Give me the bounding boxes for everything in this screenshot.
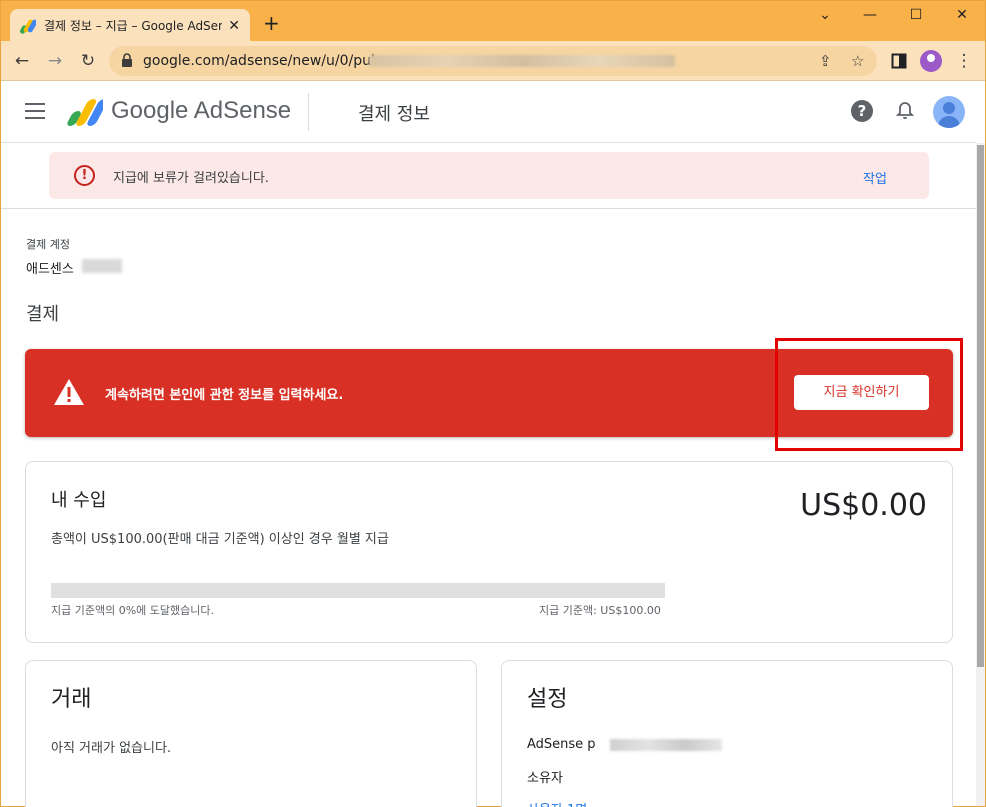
transactions-title: 거래 <box>51 687 92 712</box>
redacted-account-name <box>82 259 122 273</box>
account-avatar[interactable] <box>933 96 965 128</box>
warning-icon <box>54 379 84 405</box>
earnings-threshold-text: 총액이 US$100.00(판매 대금 기준액) 이상인 경우 월별 지급 <box>51 532 389 547</box>
notification-bell-icon[interactable] <box>896 101 914 121</box>
profile-avatar-icon[interactable] <box>920 50 942 72</box>
new-tab-icon[interactable]: + <box>263 13 280 33</box>
help-icon[interactable]: ? <box>851 100 873 122</box>
earnings-card: 내 수입 US$0.00 총액이 US$100.00(판매 대금 기준액) 이상… <box>25 461 953 643</box>
address-bar[interactable]: google.com/adsense/new/u/0/pub- ⇪ ☆ <box>109 46 877 76</box>
chevron-down-icon[interactable]: ⌄ <box>811 7 839 23</box>
bookmark-star-icon[interactable]: ☆ <box>851 52 864 70</box>
settings-title: 설정 <box>527 687 568 712</box>
section-divider <box>1 208 976 209</box>
adsense-favicon-icon <box>20 19 36 34</box>
close-window-icon[interactable]: ✕ <box>948 7 976 23</box>
brand-name: Google AdSense <box>111 97 292 124</box>
hold-action-link[interactable]: 작업 <box>863 168 887 187</box>
redacted-url <box>369 55 675 67</box>
app-header: Google AdSense 결제 정보 ? <box>1 81 976 143</box>
payment-threshold-progress <box>51 583 665 598</box>
transactions-empty-text: 아직 거래가 없습니다. <box>51 741 172 756</box>
payment-hold-banner: ! 지급에 보류가 걸려있습니다. 작업 <box>49 152 929 199</box>
error-icon: ! <box>74 165 95 186</box>
tab-title: 결제 정보 – 지급 – Google AdSense <box>44 19 223 33</box>
alert-message: 계속하려면 본인에 관한 정보를 입력하세요. <box>105 388 344 403</box>
minimize-icon[interactable]: — <box>856 7 884 23</box>
adsense-logo-icon <box>67 99 103 126</box>
earnings-title: 내 수입 <box>51 490 107 511</box>
payment-account-label: 결제 계정 <box>26 238 70 251</box>
browser-tab[interactable]: 결제 정보 – 지급 – Google AdSense ✕ <box>10 9 250 42</box>
reload-icon[interactable]: ↻ <box>77 50 99 72</box>
progress-threshold-text: 지급 기준액: US$100.00 <box>539 604 661 617</box>
redacted-publisher-id <box>610 739 722 751</box>
scrollbar-thumb[interactable] <box>977 145 984 667</box>
users-link[interactable]: 사용자 1명 <box>527 799 587 807</box>
payment-account-name: 애드센스 <box>26 262 74 277</box>
payments-heading: 결제 <box>26 304 60 325</box>
maximize-icon[interactable]: ☐ <box>902 7 930 23</box>
back-arrow-icon[interactable]: ← <box>11 50 33 72</box>
header-divider <box>308 93 309 131</box>
progress-status-text: 지급 기준액의 0%에 도달했습니다. <box>51 604 214 617</box>
owner-label: 소유자 <box>527 771 563 786</box>
share-icon[interactable]: ⇪ <box>819 52 832 70</box>
transactions-card: 거래 아직 거래가 없습니다. <box>25 660 477 807</box>
lock-icon <box>122 53 132 67</box>
more-menu-icon[interactable]: ⋮ <box>953 50 975 72</box>
hold-message: 지급에 보류가 걸려있습니다. <box>113 171 269 186</box>
browser-toolbar: ← → ↻ google.com/adsense/new/u/0/pub- ⇪ … <box>1 41 985 81</box>
forward-arrow-icon[interactable]: → <box>44 50 66 72</box>
adsense-publisher-label: AdSense p <box>527 737 596 752</box>
highlight-annotation-box <box>775 338 963 451</box>
page-scrollbar[interactable] <box>976 143 985 806</box>
side-panel-icon[interactable] <box>891 53 907 69</box>
tab-close-icon[interactable]: ✕ <box>228 18 240 34</box>
settings-card: 설정 AdSense p 소유자 사용자 1명 <box>501 660 953 807</box>
url-text: google.com/adsense/new/u/0/pub- <box>143 53 385 69</box>
tab-strip: 결제 정보 – 지급 – Google AdSense ✕ + ⌄ — ☐ ✕ <box>1 1 985 42</box>
earnings-amount: US$0.00 <box>800 488 927 523</box>
hamburger-menu-icon[interactable] <box>25 103 45 119</box>
page-title: 결제 정보 <box>358 104 430 125</box>
